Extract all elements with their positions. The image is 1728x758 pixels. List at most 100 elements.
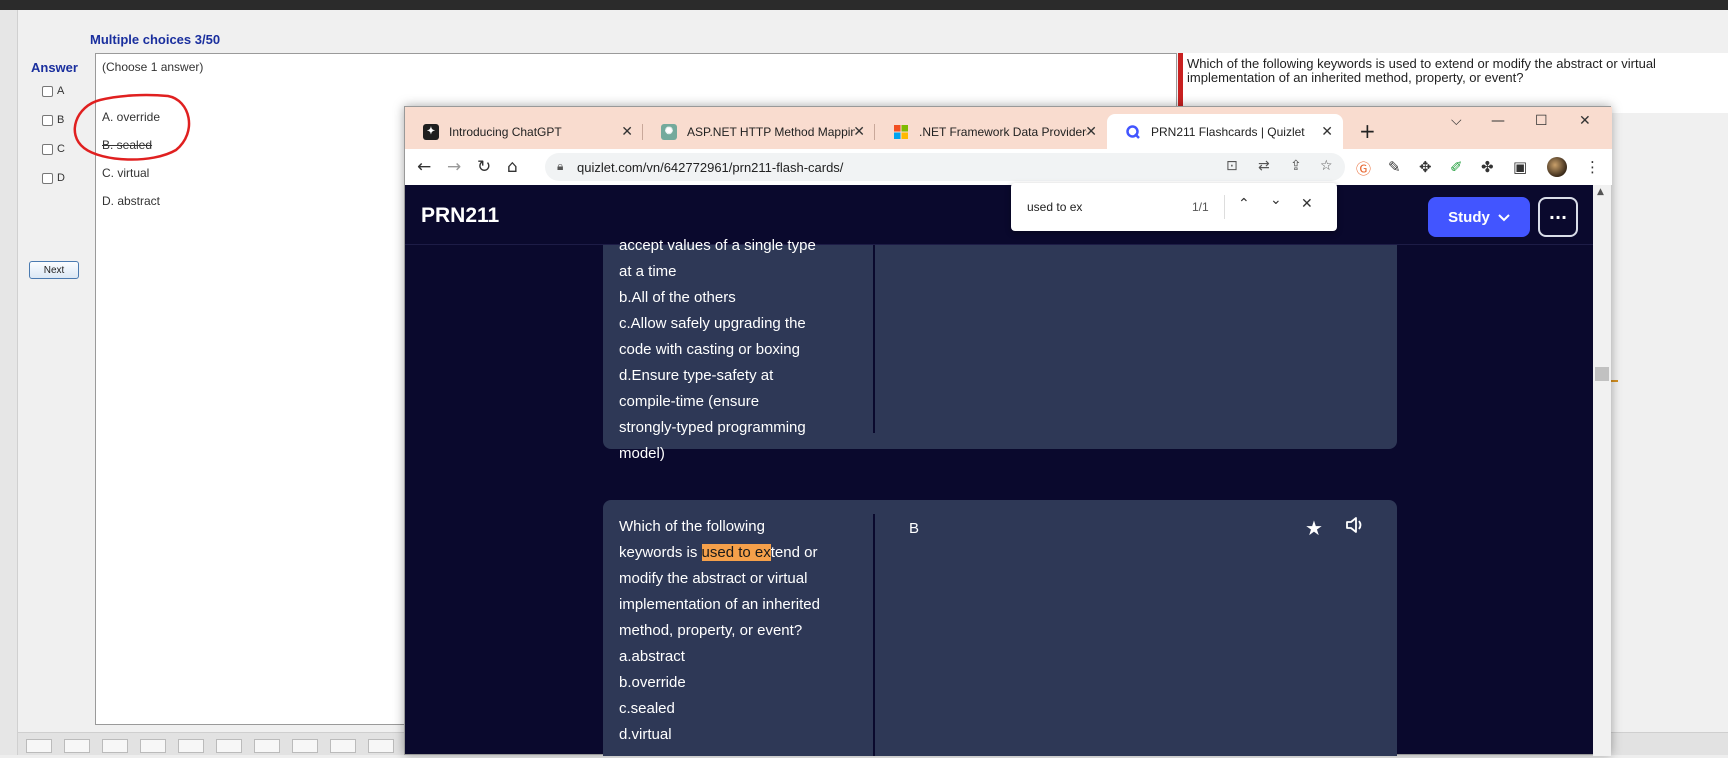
- find-highlight: used to ex: [701, 544, 771, 561]
- tab-net-framework[interactable]: .NET Framework Data Providers ✕: [875, 114, 1107, 149]
- close-icon[interactable]: ✕: [853, 124, 865, 140]
- pager-cell[interactable]: [368, 739, 394, 753]
- tab-aspnet-http[interactable]: ✺ ASP.NET HTTP Method Mapping ✕: [643, 114, 875, 149]
- question-text: Which of the following keywords is used …: [1187, 56, 1656, 85]
- tab-introducing-chatgpt[interactable]: ✦ Introducing ChatGPT ✕: [405, 114, 643, 149]
- side-panel-icon[interactable]: ▣: [1513, 158, 1527, 176]
- address-bar[interactable]: 🔒︎ quizlet.com/vn/642772961/prn211-flash…: [545, 153, 1345, 181]
- checkbox[interactable]: [42, 172, 53, 184]
- pager-cell[interactable]: [254, 739, 280, 753]
- answer-option-label: D: [57, 172, 65, 184]
- checkbox[interactable]: [42, 143, 53, 155]
- tab-label: PRN211 Flashcards | Quizlet: [1151, 124, 1305, 139]
- tab-quizlet[interactable]: PRN211 Flashcards | Quizlet ✕: [1107, 114, 1343, 149]
- next-button[interactable]: Next: [29, 261, 79, 279]
- bookmark-star-icon[interactable]: ☆: [1320, 158, 1333, 174]
- new-tab-plus-icon[interactable]: +: [1359, 119, 1376, 143]
- browser-menu-icon[interactable]: ⋮: [1585, 158, 1600, 176]
- quizlet-header: PRN211 Study ···: [405, 185, 1593, 245]
- find-bar: used to ex 1/1 ⌃ ⌄ ✕: [1011, 183, 1337, 231]
- browser-toolbar: ← → ↻ ⌂ 🔒︎ quizlet.com/vn/642772961/prn2…: [405, 149, 1612, 185]
- minimize-icon[interactable]: —: [1491, 113, 1505, 129]
- pager-cell[interactable]: [216, 739, 242, 753]
- find-next-chevron-down-icon[interactable]: ⌄: [1270, 192, 1282, 208]
- answer-option-c[interactable]: C: [42, 143, 65, 155]
- pager-cell[interactable]: [292, 739, 318, 753]
- url-text: quizlet.com/vn/642772961/prn211-flash-ca…: [577, 160, 844, 175]
- flashcard-row: Which of the following keywords is used …: [603, 500, 1397, 756]
- back-arrow-icon[interactable]: ←: [417, 157, 431, 177]
- choose-hint: (Choose 1 answer): [102, 60, 204, 74]
- card-divider: [873, 245, 875, 433]
- answer-option-label: A: [57, 85, 65, 97]
- find-separator: [1224, 195, 1225, 219]
- checkbox[interactable]: [42, 114, 53, 126]
- microsoft-icon: [893, 124, 909, 140]
- exam-title: Multiple choices 3/50: [90, 32, 221, 47]
- pager-cell[interactable]: [178, 739, 204, 753]
- find-previous-chevron-up-icon[interactable]: ⌃: [1238, 196, 1250, 212]
- close-icon[interactable]: ✕: [1321, 124, 1333, 140]
- pager-cell[interactable]: [330, 739, 356, 753]
- extension-move-icon[interactable]: ✥: [1419, 158, 1432, 176]
- close-icon[interactable]: ✕: [621, 124, 633, 140]
- card-term: accept values of a single type at a time…: [619, 237, 816, 462]
- flashcard-row: accept values of a single type at a time…: [603, 237, 1397, 462]
- scroll-thumb[interactable]: [1595, 367, 1609, 381]
- answer-option-label: C: [57, 143, 65, 155]
- tab-label: .NET Framework Data Providers: [919, 124, 1087, 139]
- pager-cell[interactable]: [140, 739, 166, 753]
- red-circle-annotation: [73, 93, 191, 161]
- page-scrollbar[interactable]: ▲: [1593, 185, 1611, 756]
- tab-strip: ✦ Introducing ChatGPT ✕ ✺ ASP.NET HTTP M…: [405, 107, 1612, 149]
- set-title: PRN211: [421, 204, 500, 227]
- tab-label: Introducing ChatGPT: [449, 124, 562, 139]
- pager-cell[interactable]: [102, 739, 128, 753]
- speaker-icon[interactable]: [1345, 516, 1365, 539]
- top-dark-bar: [0, 0, 1728, 10]
- share-icon[interactable]: ⇪: [1290, 158, 1302, 174]
- scroll-up-arrow-icon[interactable]: ▲: [1597, 187, 1604, 197]
- card-divider: [873, 514, 875, 756]
- pager-cell[interactable]: [26, 739, 52, 753]
- close-icon[interactable]: ✕: [1085, 124, 1097, 140]
- find-in-page-icon[interactable]: ⊡: [1226, 158, 1238, 174]
- reload-icon[interactable]: ↻: [477, 157, 491, 177]
- translate-icon[interactable]: ⇄: [1258, 158, 1270, 174]
- checkbox[interactable]: [42, 85, 53, 97]
- question-panel: Which of the following keywords is used …: [1178, 53, 1728, 113]
- tab-search-chevron-icon[interactable]: ⌵: [1451, 113, 1462, 129]
- choice-c: C. virtual: [102, 166, 150, 180]
- extension-pen-icon[interactable]: ✐: [1450, 158, 1463, 176]
- extensions-puzzle-icon[interactable]: ✤: [1481, 158, 1494, 176]
- find-input[interactable]: used to ex: [1027, 200, 1082, 214]
- maximize-icon[interactable]: ☐: [1535, 113, 1548, 129]
- chevron-down-icon: [1498, 209, 1510, 226]
- more-options-button[interactable]: ···: [1538, 197, 1578, 237]
- choice-d: D. abstract: [102, 194, 161, 208]
- study-button[interactable]: Study: [1428, 197, 1530, 237]
- find-match-count: 1/1: [1192, 200, 1209, 214]
- tab-label: ASP.NET HTTP Method Mapping: [687, 124, 855, 139]
- extension-eyedropper-icon[interactable]: ✎: [1388, 158, 1401, 176]
- study-label: Study: [1448, 208, 1490, 226]
- quizlet-icon: [1125, 124, 1141, 140]
- answer-option-a[interactable]: A: [42, 85, 64, 97]
- pager-cell[interactable]: [64, 739, 90, 753]
- browser-window: ✦ Introducing ChatGPT ✕ ✺ ASP.NET HTTP M…: [404, 106, 1612, 756]
- answer-option-b[interactable]: B: [42, 114, 64, 126]
- forward-arrow-icon[interactable]: →: [447, 157, 461, 177]
- star-icon[interactable]: ★: [1305, 516, 1323, 540]
- card-term: Which of the following keywords is used …: [619, 514, 851, 748]
- openai-icon: ✺: [661, 123, 677, 140]
- home-icon[interactable]: ⌂: [507, 157, 518, 177]
- answer-option-d[interactable]: D: [42, 172, 65, 184]
- window-close-icon[interactable]: ✕: [1579, 113, 1591, 129]
- answer-option-label: B: [57, 114, 65, 126]
- term-text-after: tend or modify the abstract or virtual i…: [619, 544, 820, 743]
- chatgpt-icon: ✦: [423, 123, 439, 140]
- profile-avatar[interactable]: [1547, 157, 1567, 177]
- extension-grammar-icon[interactable]: Ⓖ: [1356, 158, 1371, 179]
- find-close-icon[interactable]: ✕: [1301, 196, 1313, 212]
- left-strip: [0, 10, 18, 755]
